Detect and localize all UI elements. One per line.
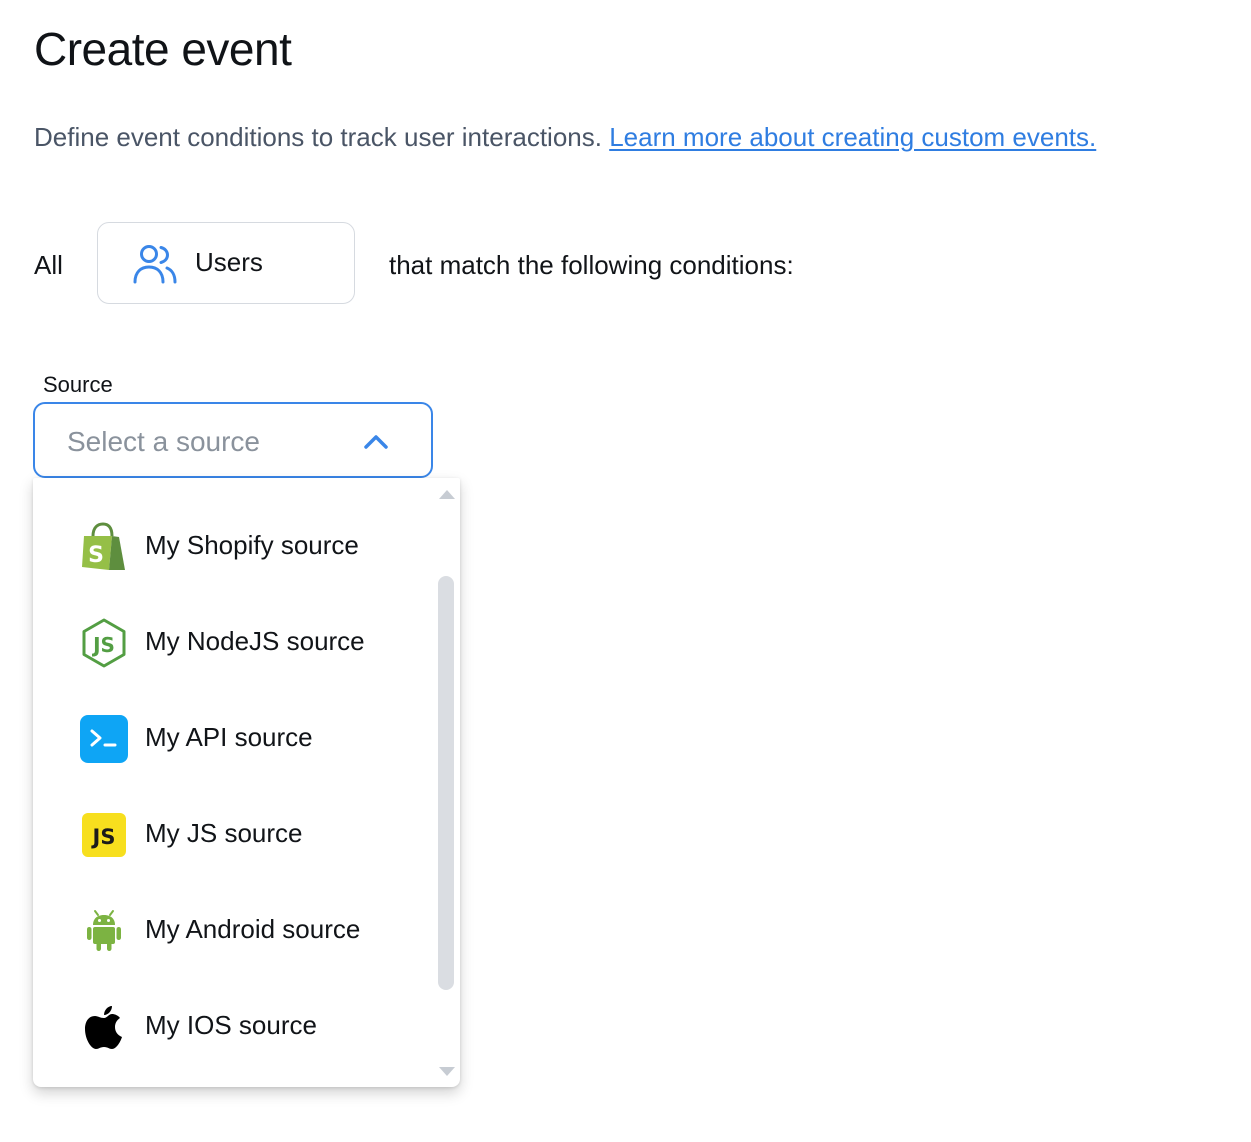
terminal-icon: [80, 715, 128, 763]
source-option-label: My NodeJS source: [145, 626, 365, 656]
android-icon: [87, 910, 121, 951]
source-option-label: My API source: [145, 722, 313, 752]
page-title: Create event: [34, 23, 292, 75]
source-option-api[interactable]: My API source: [33, 690, 433, 786]
users-entity-label: Users: [195, 247, 263, 277]
source-option-label: My Android source: [145, 914, 361, 944]
condition-suffix: that match the following conditions:: [389, 250, 794, 280]
svg-text:S: S: [88, 543, 104, 568]
dropdown-scrollbar[interactable]: [436, 486, 458, 1080]
chevron-up-icon: [364, 435, 388, 449]
source-field-label: Source: [43, 372, 113, 397]
condition-prefix: All: [34, 250, 63, 280]
source-option-shopify[interactable]: S My Shopify source: [33, 498, 433, 594]
scroll-down-arrow-icon[interactable]: [439, 1067, 455, 1076]
javascript-icon: JS: [82, 813, 126, 857]
source-option-list: S My Shopify source JS My NodeJS source …: [33, 478, 433, 1087]
page-description: Define event conditions to track user in…: [34, 120, 1096, 154]
learn-more-link[interactable]: Learn more about creating custom events.: [609, 122, 1096, 152]
scroll-up-arrow-icon[interactable]: [439, 490, 455, 499]
source-option-label: My IOS source: [145, 1010, 317, 1040]
source-select-placeholder: Select a source: [67, 426, 260, 457]
shopify-icon: S: [82, 522, 125, 570]
svg-text:JS: JS: [91, 825, 116, 849]
scroll-thumb[interactable]: [438, 576, 454, 990]
source-option-label: My JS source: [145, 818, 303, 848]
source-option-android[interactable]: My Android source: [33, 882, 433, 978]
nodejs-icon: JS: [82, 618, 126, 668]
source-option-nodejs[interactable]: JS My NodeJS source: [33, 594, 433, 690]
source-option-ios[interactable]: My IOS source: [33, 978, 433, 1074]
users-icon: [133, 245, 177, 284]
svg-text:JS: JS: [91, 633, 115, 657]
source-option-js[interactable]: JS My JS source: [33, 786, 433, 882]
users-entity-button[interactable]: Users: [97, 222, 355, 304]
source-select[interactable]: Select a source: [33, 402, 433, 478]
source-option-label: My Shopify source: [145, 530, 359, 560]
apple-icon: [85, 1006, 122, 1049]
source-dropdown: S My Shopify source JS My NodeJS source …: [33, 478, 460, 1087]
description-text: Define event conditions to track user in…: [34, 122, 602, 152]
